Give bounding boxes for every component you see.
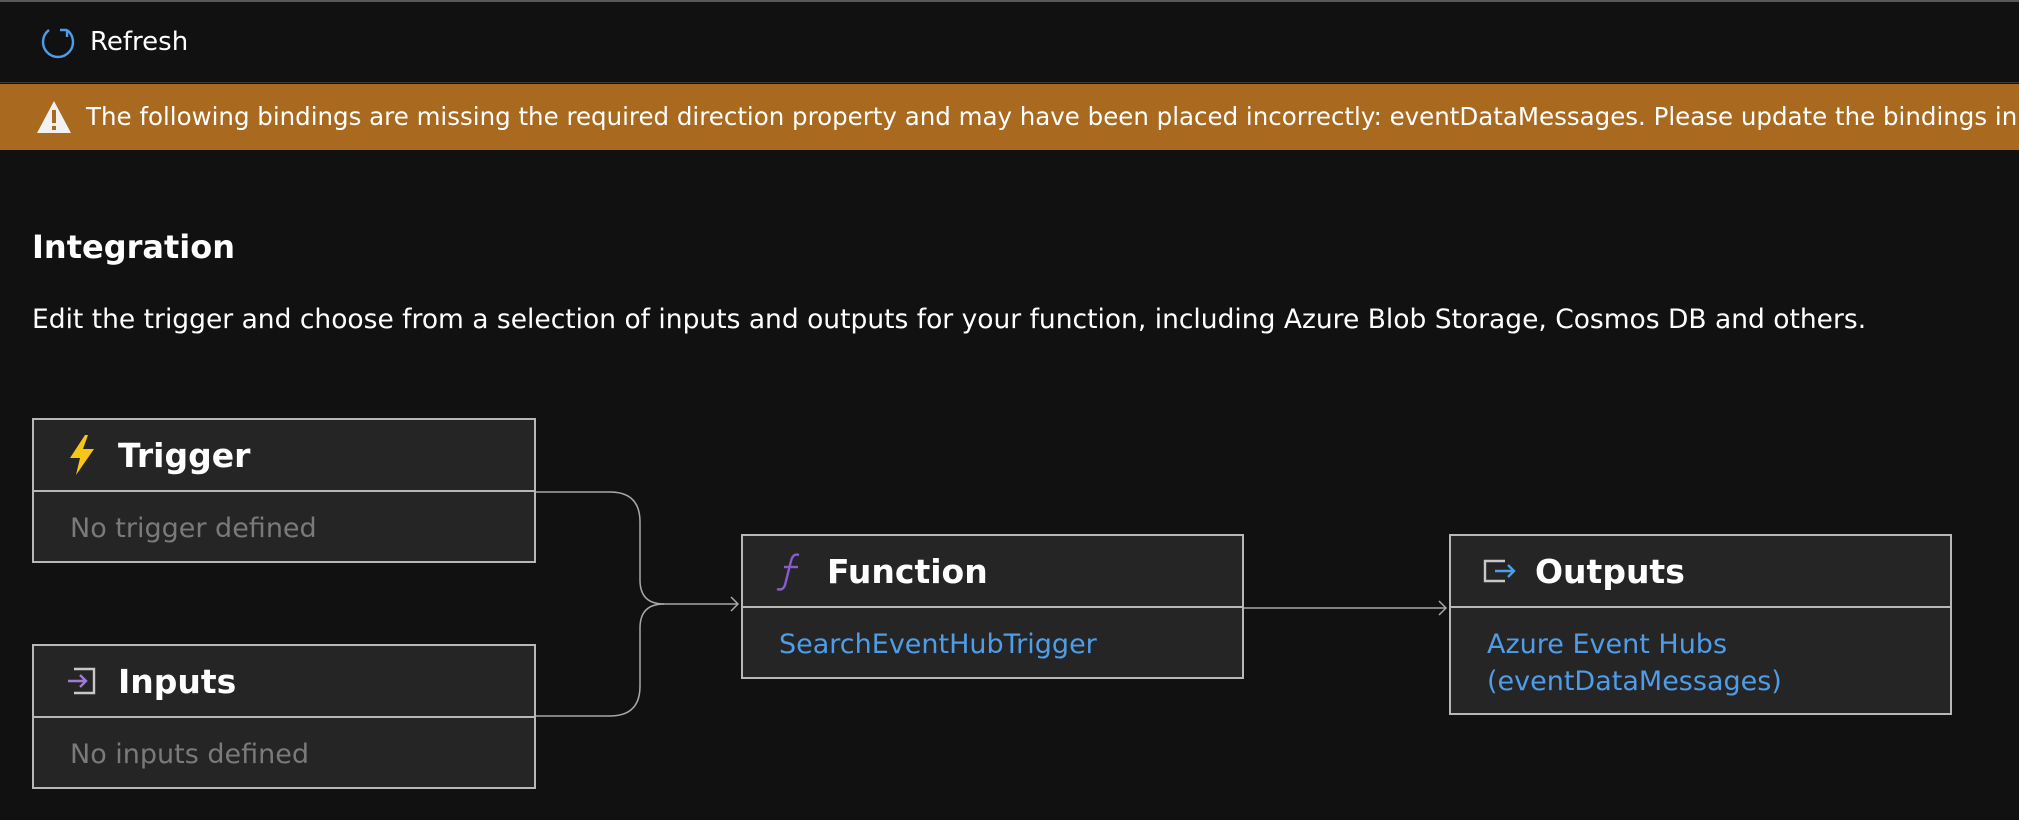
lightning-icon bbox=[64, 433, 100, 477]
trigger-card-header: Trigger bbox=[34, 420, 534, 492]
inputs-card-header: Inputs bbox=[34, 646, 534, 718]
refresh-icon bbox=[41, 28, 75, 59]
warning-message: The following bindings are missing the r… bbox=[86, 102, 2019, 131]
outputs-card[interactable]: Outputs Azure Event Hubs (eventDataMessa… bbox=[1449, 534, 1952, 715]
inputs-title: Inputs bbox=[118, 661, 237, 701]
trigger-card[interactable]: Trigger No trigger defined bbox=[32, 418, 536, 563]
warning-message-text: The following bindings are missing the r… bbox=[86, 102, 2019, 131]
trigger-empty-text: No trigger defined bbox=[70, 513, 317, 544]
inputs-card[interactable]: Inputs No inputs defined bbox=[32, 644, 536, 789]
refresh-label: Refresh bbox=[90, 27, 189, 57]
output-binding-link[interactable]: Azure Event Hubs (eventDataMessages) bbox=[1487, 629, 1782, 697]
outputs-card-header: Outputs bbox=[1451, 536, 1950, 608]
input-icon bbox=[64, 659, 100, 703]
function-card-header: Function bbox=[743, 536, 1242, 608]
function-name-link[interactable]: SearchEventHubTrigger bbox=[779, 629, 1097, 660]
page-description: Edit the trigger and choose from a selec… bbox=[32, 304, 1867, 335]
refresh-button[interactable]: Refresh bbox=[40, 20, 188, 64]
warning-banner: The following bindings are missing the r… bbox=[0, 84, 2019, 150]
function-card[interactable]: Function SearchEventHubTrigger bbox=[741, 534, 1244, 679]
inputs-empty-text: No inputs defined bbox=[70, 739, 310, 770]
output-icon bbox=[1481, 549, 1517, 593]
function-icon bbox=[773, 549, 809, 593]
warning-icon bbox=[37, 101, 71, 133]
function-title: Function bbox=[827, 551, 988, 591]
function-card-body: SearchEventHubTrigger bbox=[743, 608, 1242, 663]
toolbar: Refresh bbox=[0, 2, 2019, 83]
outputs-title: Outputs bbox=[1535, 551, 1685, 591]
page-title: Integration bbox=[32, 228, 235, 266]
trigger-title: Trigger bbox=[118, 435, 251, 475]
outputs-card-body: Azure Event Hubs (eventDataMessages) bbox=[1451, 608, 1950, 700]
